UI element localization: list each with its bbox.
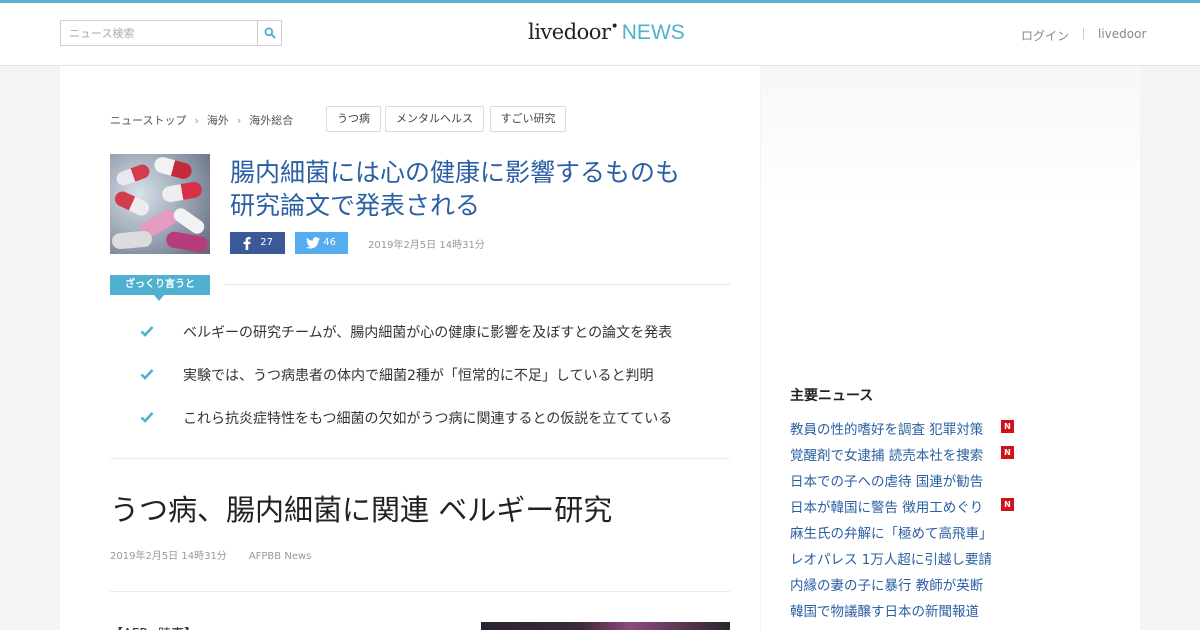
news-item-link[interactable]: 韓国で物議醸す日本の新聞報道 bbox=[790, 604, 979, 620]
logo-livedoor: livedoor bbox=[528, 20, 611, 44]
article-image[interactable] bbox=[481, 622, 730, 630]
news-item-link[interactable]: 日本が韓国に警告 徴用工めぐり bbox=[790, 500, 983, 516]
news-item-link[interactable]: 覚醒剤で女逮捕 読売本社を捜索 bbox=[790, 448, 983, 464]
news-item[interactable]: 日本での子への虐待 国連が勧告 bbox=[790, 470, 1050, 490]
news-item[interactable]: 日本が韓国に警告 徴用工めぐり N bbox=[790, 496, 1050, 516]
search-input[interactable] bbox=[61, 21, 257, 45]
breadcrumb-item-overseas-general[interactable]: 海外総合 bbox=[249, 112, 293, 128]
search-button[interactable] bbox=[257, 21, 281, 45]
summary-point: これら抗炎症特性をもつ細菌の欠如がうつ病に関連するとの仮説を立てている bbox=[140, 408, 740, 430]
facebook-share-button[interactable]: 27 bbox=[230, 232, 285, 254]
pill-shape bbox=[111, 230, 153, 250]
main-column: ニューストップ › 海外 › 海外総合 うつ病 メンタルヘルス すごい研究 腸内細菌には… bbox=[60, 66, 760, 630]
pill-shape bbox=[152, 155, 194, 181]
article-meta: 2019年2月5日 14時31分 AFPBB News bbox=[110, 547, 311, 562]
facebook-icon bbox=[243, 237, 251, 250]
check-icon bbox=[140, 326, 154, 337]
site-logo[interactable]: livedoor• NEWS bbox=[528, 19, 685, 48]
new-badge-icon: N bbox=[1001, 446, 1014, 459]
news-item[interactable]: 麻生氏の弁解に「極めて高飛車」 bbox=[790, 522, 1050, 542]
chevron-right-icon: › bbox=[236, 114, 242, 127]
livedoor-link[interactable]: livedoor bbox=[1098, 27, 1146, 41]
check-icon bbox=[140, 412, 154, 423]
news-item[interactable]: 教員の性的嗜好を調査 犯罪対策 N bbox=[790, 418, 1050, 438]
article-source[interactable]: AFPBB News bbox=[249, 551, 312, 562]
twitter-icon bbox=[306, 237, 320, 249]
headline-line-1: 腸内細菌には心の健康に影響するものも bbox=[230, 158, 681, 187]
news-item-link[interactable]: 内縁の妻の子に暴行 教師が英断 bbox=[790, 578, 983, 594]
article-title: うつ病、腸内細菌に関連 ベルギー研究 bbox=[110, 493, 613, 527]
pill-shape bbox=[164, 230, 210, 254]
article-date: 2019年2月5日 14時31分 bbox=[110, 551, 227, 562]
twitter-share-button[interactable]: 46 bbox=[295, 232, 348, 254]
sidebar-title: 主要ニュース bbox=[790, 388, 874, 404]
summary-label: ざっくり言うと bbox=[110, 275, 210, 295]
search-box bbox=[60, 20, 282, 46]
news-item-link[interactable]: 教員の性的嗜好を調査 犯罪対策 bbox=[790, 422, 983, 438]
summary-label-tip bbox=[154, 295, 164, 301]
news-item[interactable]: 内縁の妻の子に暴行 教師が英断 bbox=[790, 574, 1050, 594]
breadcrumb-item-overseas[interactable]: 海外 bbox=[207, 112, 229, 128]
login-link[interactable]: ログイン bbox=[1021, 27, 1069, 44]
news-item[interactable]: レオパレス 1万人超に引越し要請 bbox=[790, 548, 1050, 568]
tag-amazing-research[interactable]: すごい研究 bbox=[490, 106, 566, 132]
tag-depression[interactable]: うつ病 bbox=[326, 106, 381, 132]
new-badge-icon: N bbox=[1001, 420, 1014, 433]
headline-date: 2019年2月5日 14時31分 bbox=[368, 240, 485, 251]
article-thumbnail[interactable] bbox=[110, 154, 210, 254]
summary-point: ベルギーの研究チームが、腸内細菌が心の健康に影響を及ぼすとの論文を発表 bbox=[140, 322, 740, 344]
new-badge-icon: N bbox=[1001, 498, 1014, 511]
check-icon bbox=[140, 369, 154, 380]
breadcrumb-item-top[interactable]: ニューストップ bbox=[110, 112, 186, 128]
news-item[interactable]: 覚醒剤で女逮捕 読売本社を捜索 N bbox=[790, 444, 1050, 464]
news-item-link[interactable]: 日本での子への虐待 国連が勧告 bbox=[790, 474, 983, 490]
headline-line-2: 研究論文で発表される bbox=[230, 191, 481, 220]
logo-dot: • bbox=[610, 19, 619, 35]
news-item[interactable]: 韓国で物議醸す日本の新聞報道 bbox=[790, 600, 1050, 620]
search-icon bbox=[264, 27, 276, 39]
sidebar: 主要ニュース 教員の性的嗜好を調査 犯罪対策 N 覚醒剤で女逮捕 読売本社を捜索… bbox=[761, 66, 1140, 630]
summary-point-text: ベルギーの研究チームが、腸内細菌が心の健康に影響を及ぼすとの論文を発表 bbox=[183, 325, 673, 341]
section-divider bbox=[110, 591, 730, 592]
chevron-right-icon: › bbox=[194, 114, 199, 127]
article-body-preview: 【AFP=時事】 bbox=[110, 623, 197, 630]
pill-shape bbox=[114, 162, 152, 188]
breadcrumb: ニューストップ › 海外 › 海外総合 bbox=[110, 112, 293, 128]
summary-divider bbox=[225, 284, 730, 285]
header-separator bbox=[1083, 28, 1084, 40]
tag-mental-health[interactable]: メンタルヘルス bbox=[385, 106, 484, 132]
summary-point-text: 実験では、うつ病患者の体内で細菌2種が「恒常的に不足」していると判明 bbox=[183, 368, 654, 384]
facebook-share-count: 27 bbox=[260, 237, 273, 248]
twitter-share-count: 46 bbox=[323, 237, 336, 248]
pill-shape bbox=[160, 180, 204, 204]
article-headline[interactable]: 腸内細菌には心の健康に影響するものも 研究論文で発表される bbox=[230, 156, 730, 222]
pill-shape bbox=[112, 189, 152, 218]
summary-point: 実験では、うつ病患者の体内で細菌2種が「恒常的に不足」していると判明 bbox=[140, 365, 740, 387]
news-item-link[interactable]: レオパレス 1万人超に引越し要請 bbox=[790, 552, 992, 568]
section-divider bbox=[110, 458, 730, 459]
summary-point-text: これら抗炎症特性をもつ細菌の欠如がうつ病に関連するとの仮説を立てている bbox=[183, 411, 673, 427]
logo-news: NEWS bbox=[621, 21, 685, 44]
news-item-link[interactable]: 麻生氏の弁解に「極めて高飛車」 bbox=[790, 526, 993, 542]
site-header: livedoor•NEWS ログイン livedoor bbox=[0, 3, 1200, 66]
